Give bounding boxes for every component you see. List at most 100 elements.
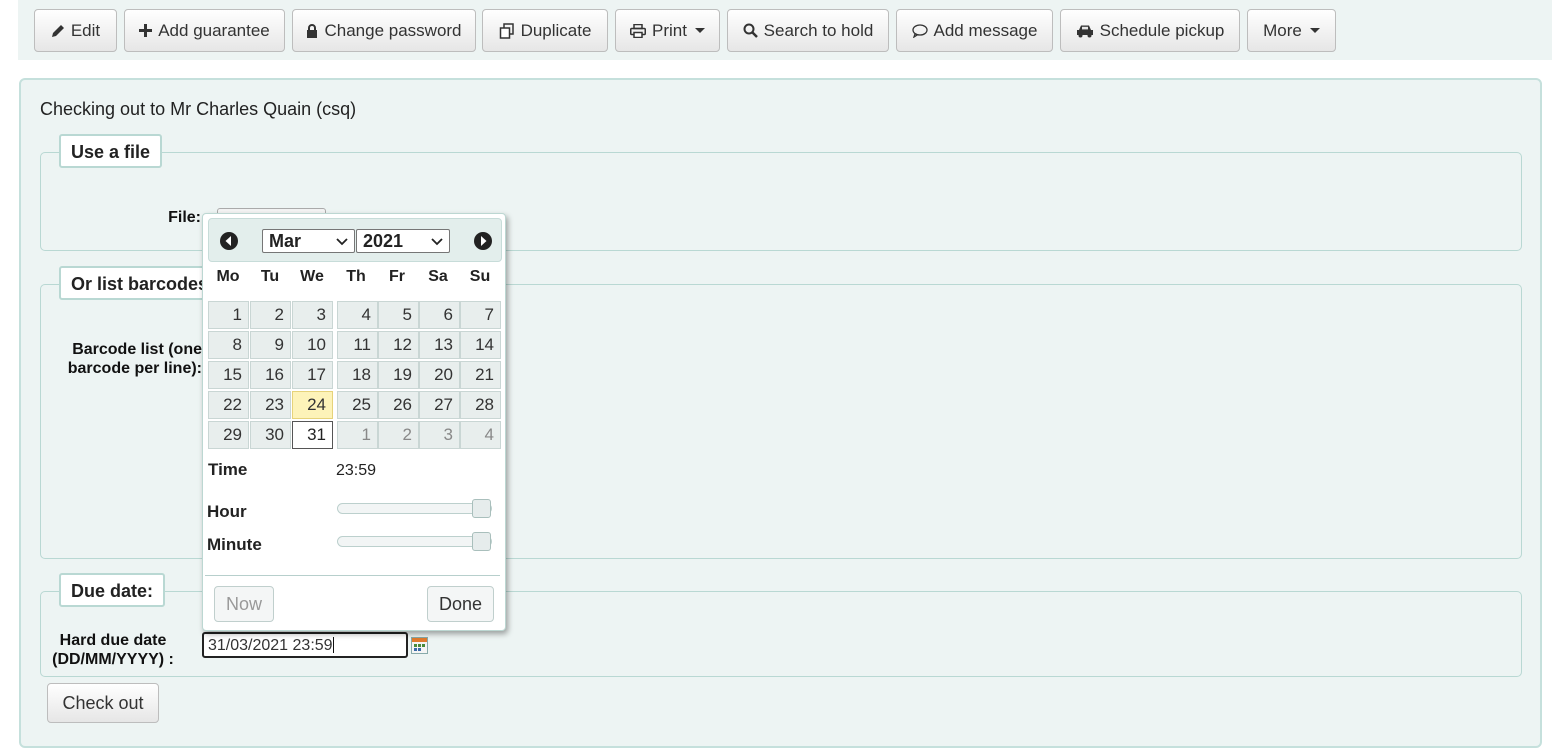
edit-button[interactable]: Edit [34,9,117,52]
hour-slider[interactable] [337,499,492,518]
calendar-day[interactable]: 9 [250,331,291,359]
barcode-list-label-line2: barcode per line): [67,360,202,377]
hard-due-date-value: 31/03/2021 23:59 [208,637,333,654]
duplicate-label: Duplicate [520,20,592,40]
print-button[interactable]: Print [615,9,720,52]
calendar-day[interactable]: 4 [337,301,378,329]
weekday-header-sa: Sa [428,268,448,285]
time-value: 23:59 [336,462,377,479]
chevron-down-icon [336,238,348,246]
comment-icon [911,23,928,38]
schedule-pickup-button[interactable]: Schedule pickup [1060,9,1240,52]
car-icon [1076,25,1093,37]
hour-label: Hour [207,502,247,521]
calendar-day-other-month[interactable]: 1 [337,421,378,449]
datepicker-header: Mar 2021 [208,218,502,262]
barcode-list-label-line1: Barcode list (one [72,341,202,358]
calendar-day[interactable]: 14 [460,331,501,359]
weekday-header-mo: Mo [216,268,240,285]
calendar-day[interactable]: 29 [208,421,249,449]
calendar-day[interactable]: 25 [337,391,378,419]
duplicate-button[interactable]: Duplicate [482,9,608,52]
calendar-day[interactable]: 8 [208,331,249,359]
calendar-day[interactable]: 6 [419,301,460,329]
calendar-day-other-month[interactable]: 3 [419,421,460,449]
more-label: More [1263,20,1302,40]
calendar-day[interactable]: 10 [292,331,333,359]
calendar-day[interactable]: 3 [292,301,333,329]
calendar-day[interactable]: 19 [378,361,419,389]
calendar-icon[interactable] [411,637,428,654]
calendar-day-other-month[interactable]: 2 [378,421,419,449]
year-select[interactable]: 2021 [356,229,450,253]
calendar-day[interactable]: 1 [208,301,249,329]
calendar-day[interactable]: 17 [292,361,333,389]
year-select-value: 2021 [363,230,404,251]
search-to-hold-label: Search to hold [763,20,874,40]
calendar-day[interactable]: 20 [419,361,460,389]
month-select[interactable]: Mar [262,229,355,253]
calendar-day[interactable]: 26 [378,391,419,419]
pencil-icon [51,24,64,37]
add-message-label: Add message [933,20,1038,40]
calendar-day[interactable]: 13 [419,331,460,359]
calendar-day-selected[interactable]: 31 [292,421,333,449]
caret-down-icon [694,28,705,33]
add-guarantee-button[interactable]: Add guarantee [124,9,285,52]
calendar-day[interactable]: 12 [378,331,419,359]
calendar-day[interactable]: 27 [419,391,460,419]
month-select-value: Mar [269,230,302,251]
minute-label: Minute [207,535,262,554]
calendar-day[interactable]: 11 [337,331,378,359]
search-to-hold-button[interactable]: Search to hold [727,9,889,52]
hour-slider-handle[interactable] [472,499,491,518]
calendar-day-other-month[interactable]: 4 [460,421,501,449]
calendar-day[interactable]: 30 [250,421,291,449]
copy-icon [499,22,514,39]
patron-toolbar: Edit Add guarantee Change password Dupli… [18,0,1552,60]
weekday-header-we: We [300,268,324,285]
barcode-list-label: Barcode list (one barcode per line): [40,340,202,378]
calendar-day[interactable]: 15 [208,361,249,389]
hard-due-date-label: Hard due date (DD/MM/YYYY) : [40,631,186,669]
change-password-label: Change password [324,20,462,40]
prev-month-icon[interactable] [219,231,239,251]
calendar-day-today[interactable]: 24 [292,391,333,419]
weekday-header-fr: Fr [389,268,405,285]
minute-slider[interactable] [337,532,492,551]
time-label: Time [208,460,248,479]
text-cursor [332,637,334,653]
hard-due-date-label-line1: Hard due date [59,632,167,649]
datepicker-divider [205,575,500,576]
now-button[interactable]: Now [214,586,274,622]
plus-icon [139,24,153,37]
minute-slider-handle[interactable] [472,532,491,551]
calendar-day[interactable]: 5 [378,301,419,329]
calendar-day[interactable]: 18 [337,361,378,389]
weekday-header-su: Su [469,268,491,285]
add-guarantee-label: Add guarantee [158,20,270,40]
calendar-day[interactable]: 23 [250,391,291,419]
file-section-legend: Use a file [59,134,163,168]
schedule-pickup-label: Schedule pickup [1099,20,1225,40]
calendar-day[interactable]: 16 [250,361,291,389]
calendar-day[interactable]: 22 [208,391,249,419]
add-message-button[interactable]: Add message [896,9,1053,52]
calendar-day[interactable]: 7 [460,301,501,329]
more-button[interactable]: More [1247,9,1336,52]
print-icon [630,23,647,38]
calendar-day[interactable]: 21 [460,361,501,389]
due-date-legend: Due date: [59,573,166,607]
next-month-icon[interactable] [473,231,493,251]
hard-due-date-label-line2: (DD/MM/YYYY) : [52,651,174,668]
calendar-day[interactable]: 28 [460,391,501,419]
chevron-down-icon [431,238,443,246]
weekday-header-tu: Tu [260,268,280,285]
calendar-day[interactable]: 2 [250,301,291,329]
check-out-button[interactable]: Check out [47,683,159,723]
file-label: File: [168,209,201,226]
done-button[interactable]: Done [427,586,494,622]
change-password-button[interactable]: Change password [292,9,476,52]
weekday-header-th: Th [346,268,366,285]
hard-due-date-input[interactable]: 31/03/2021 23:59 [202,632,408,658]
